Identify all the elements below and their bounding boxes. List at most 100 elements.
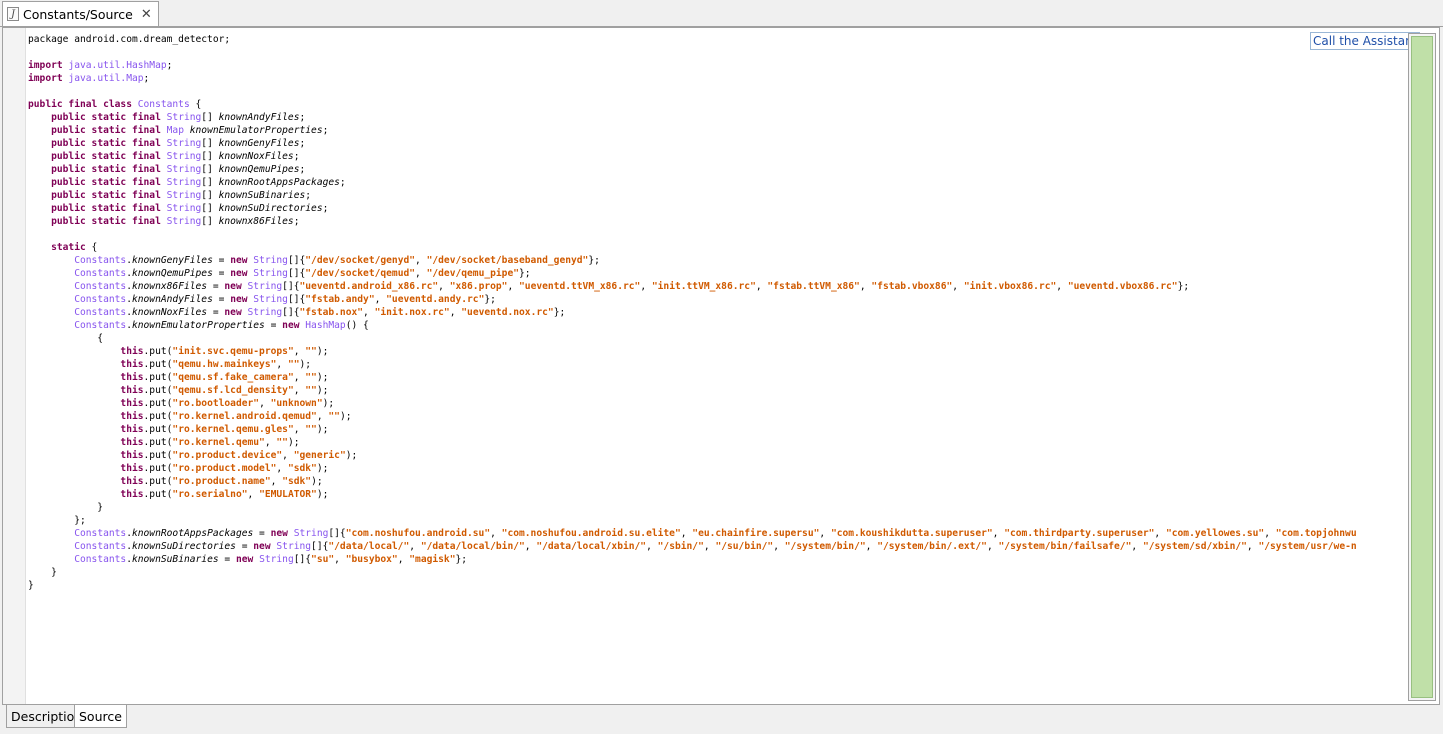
code-text: , bbox=[819, 528, 831, 539]
code-type: String bbox=[166, 177, 202, 188]
code-string: "unknown" bbox=[270, 398, 323, 409]
overview-ruler[interactable] bbox=[1408, 33, 1436, 701]
code-text: []{ bbox=[287, 268, 306, 279]
code-string: "" bbox=[287, 359, 300, 370]
editor-tab-constants-source[interactable]: J Constants/Source ✕ bbox=[2, 1, 159, 26]
code-line: public static final String[] knownRootAp… bbox=[28, 176, 1406, 189]
code-text: ; bbox=[299, 112, 306, 123]
code-line: Constants.knownQemuPipes = new String[]{… bbox=[28, 267, 1406, 280]
code-text: ; bbox=[143, 73, 150, 84]
editor-tab-title: Constants/Source bbox=[23, 6, 133, 22]
code-string: "com.yellowes.su" bbox=[1165, 528, 1265, 539]
code-text: , bbox=[276, 463, 288, 474]
code-text: , bbox=[293, 346, 306, 357]
code-line: this.put("ro.kernel.qemu", ""); bbox=[28, 436, 1406, 449]
code-text: []{ bbox=[328, 528, 346, 539]
code-line: static { bbox=[28, 241, 1406, 254]
call-assistant-link[interactable]: Call the Assistant bbox=[1310, 32, 1421, 50]
code-line: this.put("ro.product.device", "generic")… bbox=[28, 449, 1406, 462]
code-line: Constants.knownEmulatorProperties = new … bbox=[28, 319, 1406, 332]
code-string: "/dev/socket/baseband_genyd" bbox=[426, 255, 589, 266]
code-text: .put( bbox=[143, 372, 173, 383]
code-keyword: new bbox=[230, 294, 248, 305]
vertical-ruler bbox=[3, 28, 26, 704]
code-type: String bbox=[253, 255, 288, 266]
code-string: "fstab.ttVM_x86" bbox=[767, 281, 860, 292]
code-string: "magisk" bbox=[409, 554, 456, 565]
code-text: , bbox=[438, 281, 450, 292]
code-text: , bbox=[363, 307, 375, 318]
code-text: { bbox=[85, 242, 98, 253]
code-string: "ro.serialno" bbox=[172, 489, 248, 500]
code-text: .put( bbox=[143, 385, 173, 396]
code-field: knownGenyFiles bbox=[218, 138, 300, 149]
code-keyword: public static final bbox=[51, 112, 161, 123]
code-text: , bbox=[397, 554, 410, 565]
code-text: , bbox=[276, 359, 288, 370]
code-line: this.put("ro.product.model", "sdk"); bbox=[28, 462, 1406, 475]
code-type: String bbox=[247, 281, 283, 292]
code-keyword: this bbox=[120, 463, 144, 474]
tab-description-label: Description bbox=[11, 708, 83, 724]
code-text: }; bbox=[28, 515, 86, 526]
java-file-icon: J bbox=[7, 7, 19, 21]
code-string: "" bbox=[276, 437, 288, 448]
code-text: [] bbox=[201, 190, 219, 201]
code-text: () { bbox=[345, 320, 369, 331]
code-string: "sdk" bbox=[287, 463, 317, 474]
code-line: public static final Map knownEmulatorPro… bbox=[28, 124, 1406, 137]
code-string: "ueventd.nox.rc" bbox=[461, 307, 554, 318]
code-line: import java.util.HashMap; bbox=[28, 59, 1406, 72]
code-line: public static final String[] knownGenyFi… bbox=[28, 137, 1406, 150]
code-text: ); bbox=[316, 424, 329, 435]
code-string: "sdk" bbox=[282, 476, 312, 487]
code-text: , bbox=[490, 528, 502, 539]
code-string: "fstab.andy" bbox=[305, 294, 375, 305]
code-text: , bbox=[986, 541, 999, 552]
code-text: .put( bbox=[143, 489, 173, 500]
code-text: [] bbox=[201, 216, 219, 227]
code-text: , bbox=[865, 541, 878, 552]
code-area[interactable]: package android.com.dream_detector; impor… bbox=[28, 33, 1406, 703]
code-text: ; bbox=[339, 177, 346, 188]
code-line: }; bbox=[28, 514, 1406, 527]
code-field: knownNoxFiles bbox=[218, 151, 294, 162]
code-line: } bbox=[28, 579, 1406, 592]
code-keyword: new bbox=[235, 554, 254, 565]
code-text: , bbox=[773, 541, 785, 552]
code-field: knownEmulatorProperties bbox=[131, 320, 265, 331]
close-icon[interactable]: ✕ bbox=[141, 7, 152, 22]
code-text: { bbox=[189, 99, 202, 110]
code-string: "com.noshufou.android.su" bbox=[345, 528, 491, 539]
code-text: , bbox=[524, 541, 537, 552]
code-field: knownRootAppsPackages bbox=[218, 177, 340, 188]
code-text: = bbox=[212, 268, 231, 279]
code-text: , bbox=[247, 489, 260, 500]
tab-source[interactable]: Source bbox=[74, 705, 127, 728]
code-type: String bbox=[166, 112, 202, 123]
code-string: "fstab.vbox86" bbox=[871, 281, 953, 292]
code-text: []{ bbox=[282, 307, 300, 318]
code-text: [] bbox=[201, 112, 219, 123]
code-line: Constants.knownGenyFiles = new String[]{… bbox=[28, 254, 1406, 267]
code-string: "/su/bin/" bbox=[715, 541, 774, 552]
code-text: , bbox=[680, 528, 693, 539]
code-type: String bbox=[247, 307, 283, 318]
code-keyword: public static final bbox=[51, 177, 161, 188]
code-keyword: public static final bbox=[51, 138, 161, 149]
code-string: "/data/local/bin/" bbox=[420, 541, 525, 552]
code-line: public static final String[] knownSuBina… bbox=[28, 189, 1406, 202]
code-text: ); bbox=[322, 398, 335, 409]
